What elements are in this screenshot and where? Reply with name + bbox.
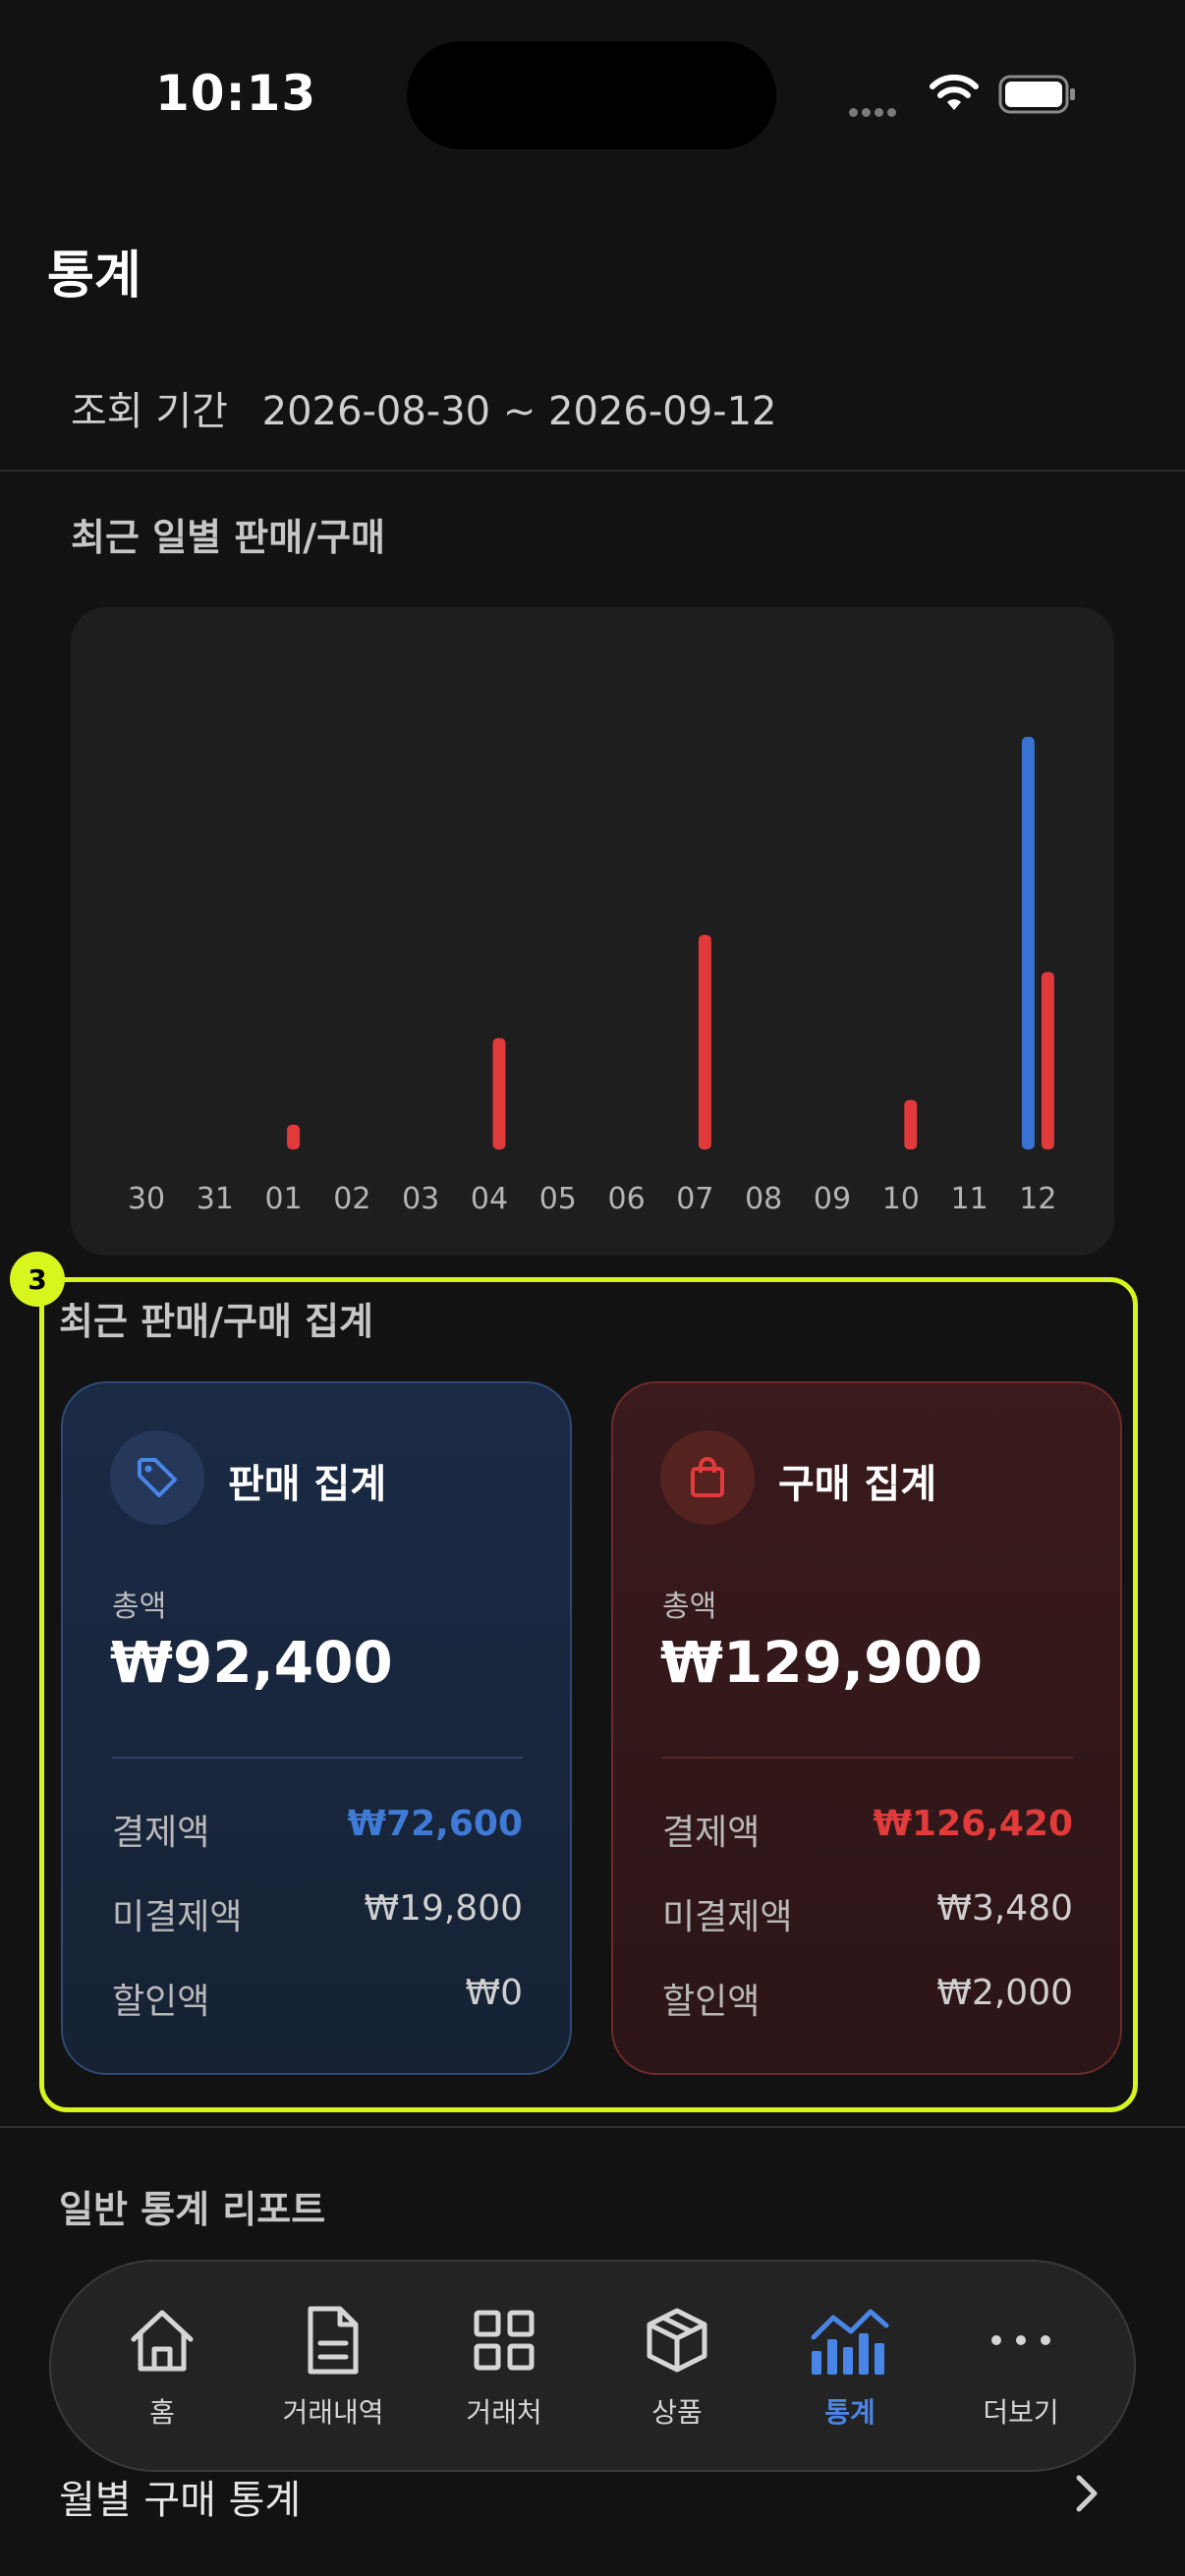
sale-total-label: 총액 [112,1590,167,1624]
chart-bar [698,934,711,1149]
report-section-title: 일반 통계 리포트 [59,2188,326,2231]
row-label: 결제액 [112,1813,210,1853]
daily-bar-chart: 30 31 01 02 03 04 05 06 07 08 09 10 11 12 [128,737,1056,1216]
tab-label: 거래내역 [282,2396,384,2429]
x-tick-label: 04 [471,1182,508,1216]
chart-bar [904,1099,918,1149]
buy-card-title: 구매 집계 [778,1462,937,1507]
row-value: ₩0 [465,1973,524,2013]
row-value: ₩72,600 [347,1804,523,1844]
row-label: 미결제액 [662,1897,793,1937]
x-tick-label: 02 [333,1182,370,1216]
chart-icon [766,2301,933,2380]
tab-label: 거래처 [466,2396,542,2429]
sale-paid-row: 결제액 ₩72,600 [112,1804,523,1855]
step-badge: 3 [10,1252,65,1307]
row-value: ₩2,000 [936,1973,1073,2013]
bottom-tab-bar: 홈 거래내역 거래처 상품 통계 더보기 [49,2260,1136,2472]
x-tick-label: 31 [197,1182,234,1216]
box-icon [593,2301,761,2380]
x-tick-label: 30 [128,1182,165,1216]
sale-summary-card[interactable]: 판매 집계 총액 ₩92,400 결제액 ₩72,600 미결제액 ₩19,80… [61,1381,572,2075]
status-time: 10:13 [155,65,317,122]
row-value: ₩126,420 [873,1804,1073,1844]
tag-icon [110,1430,204,1525]
battery-icon [998,75,1077,114]
tab-label: 통계 [824,2396,875,2429]
x-tick-label: 09 [814,1182,851,1216]
x-tick-label: 12 [1019,1182,1056,1216]
dynamic-island [407,41,776,149]
sale-discount-row: 할인액 ₩0 [112,1973,523,2024]
tab-more[interactable]: 더보기 [937,2301,1104,2431]
x-tick-label: 05 [539,1182,577,1216]
tab-products[interactable]: 상품 [593,2301,761,2431]
divider [112,1757,523,1759]
x-tick-label: 11 [951,1182,988,1216]
row-label: 미결제액 [112,1897,243,1937]
tab-home[interactable]: 홈 [79,2301,246,2431]
buy-total-value: ₩129,900 [660,1629,984,1696]
buy-total-label: 총액 [662,1590,717,1624]
row-value: ₩19,800 [364,1888,523,1929]
chart-bar [492,1037,506,1149]
sale-unpaid-row: 미결제액 ₩19,800 [112,1888,523,1939]
divider [662,1757,1073,1759]
x-tick-label: 03 [402,1182,439,1216]
row-label: 할인액 [662,1982,761,2022]
x-tick-label: 10 [882,1182,920,1216]
row-label: 할인액 [112,1982,210,2022]
home-icon [79,2301,246,2380]
daily-section-title: 최근 일별 판매/구매 [71,516,386,559]
x-tick-label: 08 [745,1182,782,1216]
document-icon [250,2301,417,2380]
tab-label: 상품 [651,2396,703,2429]
summary-section-title: 최근 판매/구매 집계 [59,1300,374,1343]
chart-bar [1021,737,1035,1149]
row-label: 결제액 [662,1813,761,1853]
daily-chart-card: 30 31 01 02 03 04 05 06 07 08 09 10 11 12 [71,607,1114,1256]
tab-label: 홈 [149,2396,175,2429]
period-filter[interactable]: 조회 기간 2026-08-30 ~ 2026-09-12 [71,379,777,436]
buy-paid-row: 결제액 ₩126,420 [662,1804,1073,1855]
chart-bar [1041,972,1054,1149]
buy-unpaid-row: 미결제액 ₩3,480 [662,1888,1073,1939]
more-icon [937,2301,1104,2380]
cellular-signal-icon [849,102,900,121]
row-value: ₩3,480 [936,1888,1073,1929]
buy-summary-card[interactable]: 구매 집계 총액 ₩129,900 결제액 ₩126,420 미결제액 ₩3,4… [611,1381,1122,2075]
divider [0,470,1185,472]
chart-bar [287,1124,301,1149]
sale-total-value: ₩92,400 [110,1629,393,1696]
wifi-icon [928,73,981,116]
tab-clients[interactable]: 거래처 [421,2301,588,2431]
tab-statistics[interactable]: 통계 [766,2301,933,2431]
tab-transactions[interactable]: 거래내역 [250,2301,417,2431]
grid-icon [421,2301,588,2380]
page-title: 통계 [47,247,141,306]
chevron-right-icon[interactable] [1071,2474,1100,2517]
period-value: 2026-08-30 ~ 2026-09-12 [261,389,777,434]
x-tick-label: 07 [676,1182,713,1216]
divider [0,2126,1185,2128]
buy-discount-row: 할인액 ₩2,000 [662,1973,1073,2024]
sale-card-title: 판매 집계 [228,1462,387,1507]
period-label: 조회 기간 [71,389,228,434]
x-tick-label: 06 [608,1182,646,1216]
tab-label: 더보기 [983,2396,1059,2429]
monthly-purchase-stats-item[interactable]: 월별 구매 통계 [59,2468,301,2525]
shopping-bag-icon [660,1430,755,1525]
x-tick-label: 01 [265,1182,303,1216]
